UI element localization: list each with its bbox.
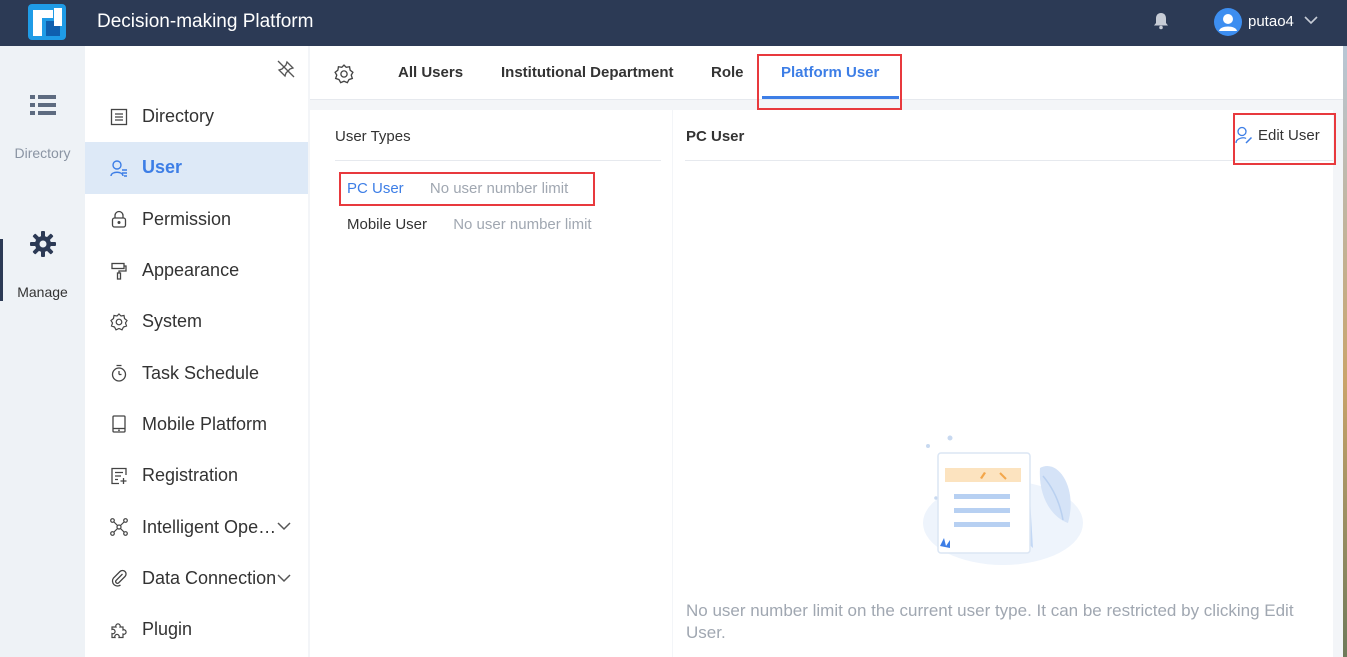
icon-rail: Directory Manage <box>0 46 85 657</box>
pin-icon[interactable] <box>277 60 295 78</box>
settings-icon[interactable] <box>334 64 354 84</box>
top-bar: Decision-making Platform putao4 <box>0 0 1347 46</box>
user-type-limit: No user number limit <box>453 216 592 233</box>
sidebar-item-permission[interactable]: Permission <box>85 194 308 245</box>
edit-user-icon <box>1235 126 1253 144</box>
timer-icon <box>111 364 127 382</box>
bell-icon[interactable] <box>1153 12 1169 30</box>
edit-user-button[interactable]: Edit User <box>1235 126 1320 144</box>
rail-label: Directory <box>14 145 71 161</box>
sidebar-item-registration[interactable]: Registration <box>85 450 308 501</box>
sidebar-item-directory[interactable]: Directory <box>85 91 308 142</box>
settings-icon <box>110 312 128 331</box>
sidebar-item-label: User <box>142 157 183 178</box>
sidebar-item-label: Appearance <box>142 260 240 281</box>
empty-state-message: No user number limit on the current user… <box>686 601 1294 642</box>
sidebar-item-intelligent-operation[interactable]: Intelligent Ope… <box>85 501 308 552</box>
sidebar-item-label: Mobile Platform <box>142 413 268 434</box>
registration-icon <box>111 467 127 484</box>
paperclip-icon <box>111 570 127 587</box>
divider <box>335 160 661 161</box>
rail-item-directory[interactable]: Directory <box>0 94 85 161</box>
sidebar-menu: Directory User Permission Appearance Sys… <box>85 91 308 655</box>
network-icon <box>110 518 128 536</box>
app-title: Decision-making Platform <box>97 11 314 32</box>
sidebar-item-label: Task Schedule <box>142 362 260 383</box>
directory-icon <box>110 108 128 125</box>
user-types-panel: User Types PC User No user number limit … <box>310 110 672 657</box>
sidebar-item-system[interactable]: System <box>85 296 308 347</box>
app-logo[interactable] <box>28 4 66 40</box>
sidebar-item-label: Intelligent Ope… <box>142 516 277 537</box>
user-type-name: PC User <box>347 180 404 197</box>
user-type-mobile[interactable]: Mobile User No user number limit <box>347 216 592 233</box>
user-type-pc[interactable]: PC User No user number limit <box>347 180 568 197</box>
tablet-icon <box>112 415 126 434</box>
sidebar-item-label: Plugin <box>142 619 193 640</box>
panel-title: PC User <box>686 128 745 145</box>
sidebar-item-label: Registration <box>142 465 239 486</box>
rail-label: Manage <box>17 284 68 300</box>
tab-all-users[interactable]: All Users <box>398 64 463 81</box>
chevron-down-icon[interactable] <box>1304 15 1318 25</box>
sidebar: Directory User Permission Appearance Sys… <box>85 46 308 657</box>
sidebar-item-data-connection[interactable]: Data Connection <box>85 553 308 604</box>
tab-institutional-department[interactable]: Institutional Department <box>501 64 674 81</box>
sidebar-item-label: Directory <box>142 106 215 127</box>
sidebar-item-user[interactable]: User <box>85 142 308 194</box>
avatar-icon[interactable] <box>1214 8 1242 36</box>
user-type-limit: No user number limit <box>429 180 569 197</box>
user-icon <box>110 160 127 177</box>
user-type-name: Mobile User <box>347 216 428 233</box>
lock-icon <box>111 211 127 228</box>
sidebar-item-label: Permission <box>142 208 232 229</box>
tab-role[interactable]: Role <box>711 64 744 81</box>
empty-state-illustration <box>923 435 1083 565</box>
sidebar-item-mobile-platform[interactable]: Mobile Platform <box>85 399 308 450</box>
divider <box>685 160 1333 161</box>
tab-platform-user[interactable]: Platform User <box>781 64 879 81</box>
edit-user-label: Edit User <box>1258 126 1320 144</box>
gear-icon <box>29 231 56 257</box>
panel-title: User Types <box>335 128 411 145</box>
sidebar-item-plugin[interactable]: Plugin <box>85 604 308 655</box>
rail-item-manage[interactable]: Manage <box>0 231 85 300</box>
username[interactable]: putao4 <box>1248 13 1294 30</box>
puzzle-icon <box>111 622 127 638</box>
sidebar-item-appearance[interactable]: Appearance <box>85 245 308 296</box>
active-tab-indicator <box>762 96 899 99</box>
background-edge <box>1343 46 1347 657</box>
chevron-down-icon[interactable] <box>277 521 291 531</box>
list-icon <box>29 95 56 115</box>
sidebar-item-task-schedule[interactable]: Task Schedule <box>85 347 308 398</box>
tabs-bar: All Users Institutional Department Role … <box>310 46 1343 100</box>
sidebar-item-label: System <box>142 311 203 332</box>
paint-roller-icon <box>111 262 127 280</box>
sidebar-item-label: Data Connection <box>142 567 277 588</box>
user-type-detail-panel: PC User Edit User No user number limit o… <box>673 110 1333 657</box>
chevron-down-icon[interactable] <box>277 573 291 583</box>
